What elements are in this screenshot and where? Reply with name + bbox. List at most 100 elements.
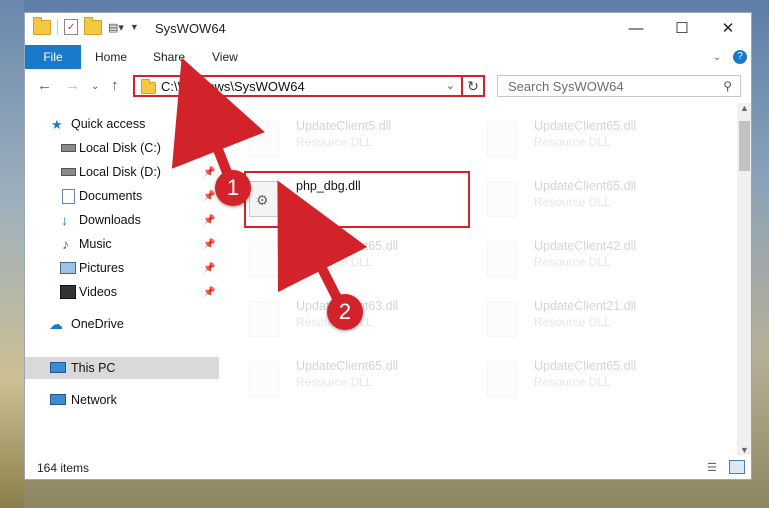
sidebar-item-label: Videos xyxy=(79,285,117,299)
download-icon: ↓ xyxy=(61,212,68,228)
back-button[interactable]: ← xyxy=(37,77,52,94)
dll-file-icon xyxy=(487,121,517,157)
customize-icon[interactable]: ▤▾ xyxy=(108,21,124,34)
file-highlight-box xyxy=(244,171,470,228)
file-explorer-window: ✓ ▤▾ ▼ SysWOW64 — ☐ ✕ File Home Share Vi… xyxy=(24,12,752,480)
maximize-button[interactable]: ☐ xyxy=(659,13,705,43)
up-button[interactable]: ↑ xyxy=(111,77,119,94)
help-icon[interactable]: ? xyxy=(733,45,747,69)
sidebar-item-videos[interactable]: Videos 📌 xyxy=(25,281,219,303)
file-item[interactable]: UpdateClient65.dll Resource DLL xyxy=(461,175,681,229)
pin-icon[interactable]: 📌 xyxy=(203,287,215,298)
tab-home[interactable]: Home xyxy=(95,45,127,69)
music-icon: ♪ xyxy=(62,236,69,252)
file-item[interactable]: UpdateClient21.dll Resource DLL xyxy=(461,295,681,349)
file-item[interactable]: UpdateClient65.dll Resource DLL xyxy=(461,355,681,409)
large-icons-view-icon[interactable] xyxy=(729,460,745,474)
file-item[interactable]: UpdateClient42.dll Resource DLL xyxy=(461,235,681,289)
vertical-scrollbar[interactable]: ▲ ▼ xyxy=(737,103,751,455)
file-item[interactable]: UpdateClient5.dll Resource DLL xyxy=(223,115,443,169)
sidebar-item-local-disk-c[interactable]: Local Disk (C:) 📌 xyxy=(25,137,219,159)
computer-icon xyxy=(50,362,66,373)
videos-icon xyxy=(60,285,76,299)
file-item[interactable]: UpdateClient65.dll Resource DLL xyxy=(461,115,681,169)
sidebar-item-label: Downloads xyxy=(79,213,141,227)
file-name: UpdateClient65.dll xyxy=(296,359,399,373)
file-type: Resource DLL xyxy=(296,375,373,389)
sidebar-item-documents[interactable]: Documents 📌 xyxy=(25,185,219,207)
refresh-icon: ↻ xyxy=(467,77,479,94)
file-type: Resource DLL xyxy=(534,315,611,329)
file-type: Resource DLL xyxy=(296,135,373,149)
scroll-up-icon[interactable]: ▲ xyxy=(740,103,749,113)
dll-file-icon xyxy=(487,241,517,277)
minimize-button[interactable]: — xyxy=(613,13,659,43)
sidebar-item-local-disk-d[interactable]: Local Disk (D:) 📌 xyxy=(25,161,219,183)
pin-icon[interactable]: 📌 xyxy=(203,191,215,202)
details-view-icon[interactable]: ☰ xyxy=(707,461,717,474)
title-bar: ✓ ▤▾ ▼ SysWOW64 — ☐ ✕ xyxy=(25,13,751,45)
documents-icon xyxy=(62,189,75,204)
callout-step-1: 1 xyxy=(215,170,251,206)
desktop-background xyxy=(0,0,24,508)
star-icon: ★ xyxy=(51,117,63,132)
dll-file-icon xyxy=(249,301,279,337)
dll-file-icon xyxy=(249,121,279,157)
search-input[interactable]: Search SysWOW64 ⚲ xyxy=(497,75,741,97)
tab-share[interactable]: Share xyxy=(153,45,185,69)
dll-file-icon xyxy=(249,241,279,277)
qat-chevron-icon[interactable]: ▼ xyxy=(130,22,139,32)
file-type: Resource DLL xyxy=(296,255,373,269)
sidebar-item-quick-access[interactable]: ★ Quick access xyxy=(25,113,219,135)
dll-file-icon xyxy=(487,301,517,337)
tab-view[interactable]: View xyxy=(212,45,238,69)
window-title: SysWOW64 xyxy=(155,21,226,36)
file-name: UpdateClient21.dll xyxy=(534,299,637,313)
scrollbar-thumb[interactable] xyxy=(739,121,750,171)
sidebar-item-this-pc[interactable]: This PC xyxy=(25,357,219,379)
pin-icon[interactable]: 📌 xyxy=(203,263,215,274)
forward-button[interactable]: → xyxy=(65,77,80,94)
sidebar-item-label: Local Disk (C:) xyxy=(79,141,161,155)
pictures-icon xyxy=(60,262,76,274)
file-item[interactable]: UpdateClient65.dll Resource DLL xyxy=(223,355,443,409)
pin-icon[interactable]: 📌 xyxy=(203,143,215,154)
file-list: UpdateClient5.dll Resource DLL UpdateCli… xyxy=(219,103,737,455)
file-name: UpdateClient42.dll xyxy=(534,239,637,253)
pin-icon[interactable]: 📌 xyxy=(203,167,215,178)
sidebar-item-label: This PC xyxy=(71,361,116,375)
sidebar-item-downloads[interactable]: ↓ Downloads 📌 xyxy=(25,209,219,231)
address-path: C:\Windows\SysWOW64 xyxy=(161,78,305,94)
pin-icon[interactable]: 📌 xyxy=(203,215,215,226)
new-folder-icon[interactable] xyxy=(84,16,102,35)
properties-icon[interactable]: ✓ xyxy=(64,19,78,35)
refresh-button[interactable]: ↻ xyxy=(461,75,485,97)
address-dropdown-icon[interactable]: ⌄ xyxy=(446,79,455,92)
status-bar: 164 items ☰ xyxy=(25,455,751,479)
sidebar-item-network[interactable]: Network xyxy=(25,389,219,411)
navigation-pane: ★ Quick access Local Disk (C:) 📌 Local D… xyxy=(25,103,219,455)
close-button[interactable]: ✕ xyxy=(705,13,751,43)
sidebar-item-label: Documents xyxy=(79,189,143,203)
file-type: Resource DLL xyxy=(534,135,611,149)
sidebar-item-label: OneDrive xyxy=(71,317,124,331)
file-item[interactable]: UpdateClient65.dll Resource DLL xyxy=(223,235,443,289)
sidebar-item-label: Pictures xyxy=(79,261,125,275)
file-name: UpdateClient65.dll xyxy=(296,239,399,253)
sidebar-item-music[interactable]: ♪ Music 📌 xyxy=(25,233,219,255)
tab-file[interactable]: File xyxy=(25,45,81,69)
drive-icon xyxy=(61,168,76,176)
file-name: UpdateClient65.dll xyxy=(534,119,637,133)
folder-icon xyxy=(141,79,156,94)
pin-icon[interactable]: 📌 xyxy=(203,239,215,250)
file-type: Resource DLL xyxy=(534,195,611,209)
sidebar-item-onedrive[interactable]: ☁ OneDrive xyxy=(25,313,219,335)
recent-locations-icon[interactable]: ⌄ xyxy=(91,81,99,92)
address-bar[interactable]: C:\Windows\SysWOW64 ⌄ xyxy=(133,75,485,97)
folder-icon xyxy=(33,16,51,35)
sidebar-item-label: Network xyxy=(71,393,117,407)
sidebar-item-pictures[interactable]: Pictures 📌 xyxy=(25,257,219,279)
file-type: Resource DLL xyxy=(534,255,611,269)
ribbon-expand-icon[interactable]: ⌄ xyxy=(713,45,721,69)
scroll-down-icon[interactable]: ▼ xyxy=(740,445,749,455)
